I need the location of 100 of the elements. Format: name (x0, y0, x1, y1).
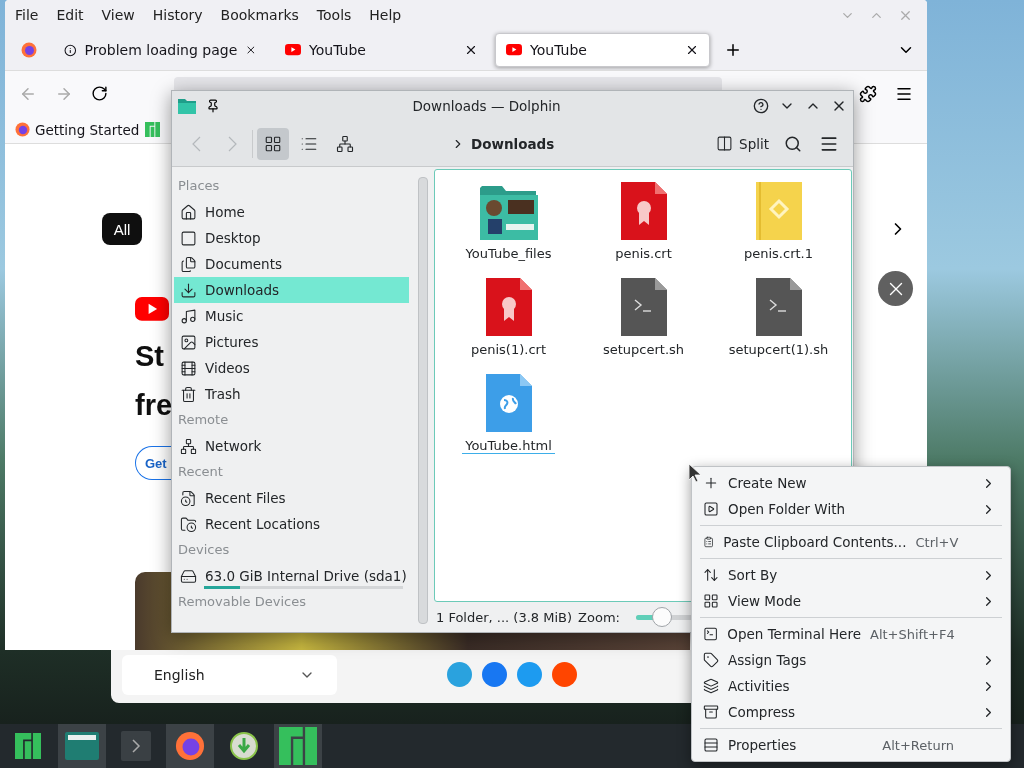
sidebar-item[interactable]: Home (174, 199, 409, 225)
folder-icon (178, 98, 196, 114)
section-heading: Removable Devices (177, 593, 307, 611)
close-icon[interactable] (245, 43, 257, 57)
view-mode-button[interactable] (257, 127, 289, 160)
section-heading: Places (177, 177, 221, 195)
download-icon (230, 732, 258, 760)
social-share-icon[interactable] (482, 662, 507, 687)
menu-item[interactable]: Compress (692, 699, 1010, 725)
browser-tab[interactable]: Problem loading page (53, 33, 268, 67)
compress-icon (703, 704, 719, 720)
pin-icon[interactable] (206, 99, 220, 113)
headline-text: St (135, 340, 164, 373)
bookmark[interactable]: Getting Started (15, 121, 140, 138)
icon-view-entry[interactable]: penis.crt.1 (711, 178, 846, 274)
certificate-file-icon (620, 182, 667, 240)
menu-item[interactable]: Edit (56, 7, 94, 23)
sidebar-item[interactable]: Network (174, 433, 409, 459)
desktop-icon (180, 229, 197, 247)
sidebar-item[interactable]: Videos (174, 355, 409, 381)
trash-icon (180, 385, 197, 403)
menu-item[interactable]: Tools (316, 7, 362, 23)
forward-icon (227, 135, 237, 152)
icon-view-entry[interactable]: setupcert.sh (576, 274, 711, 370)
drive-icon (180, 567, 197, 585)
youtube-logo-icon (285, 44, 301, 56)
menu-item[interactable]: History (152, 7, 213, 23)
split-button[interactable]: Split (712, 131, 773, 156)
icon-view-entry[interactable]: penis.crt (576, 178, 711, 274)
sidebar-item[interactable]: Recent Files (174, 485, 409, 511)
icon-view-entry[interactable]: penis(1).crt (441, 274, 576, 370)
browser-tab[interactable]: YouTube (495, 33, 710, 67)
downloads-icon (180, 281, 197, 299)
sidebar-item[interactable]: Downloads (174, 277, 409, 303)
tags-icon (703, 652, 719, 668)
close-icon[interactable] (685, 43, 699, 57)
social-share-icon[interactable] (517, 662, 542, 687)
icon-view-entry[interactable]: YouTube_files (441, 178, 576, 274)
properties-icon (703, 737, 719, 753)
terminal-icon (121, 731, 151, 761)
menu-item[interactable]: Activities (692, 673, 1010, 699)
headline-text: fre (135, 389, 173, 422)
breadcrumb[interactable]: Downloads (451, 135, 555, 152)
recent-files-icon (180, 489, 197, 507)
slider-thumb[interactable] (651, 606, 672, 627)
status-text: 1 Folder, ... (3.8 MiB) (436, 609, 573, 625)
menu-item[interactable]: Properties Alt+Return (692, 732, 1010, 758)
section-heading: Recent (177, 463, 224, 481)
reload-icon[interactable] (91, 85, 108, 102)
close-icon[interactable] (464, 43, 478, 57)
sidebar-item[interactable]: Music (174, 303, 409, 329)
info-icon (64, 42, 77, 58)
new-tab-icon[interactable] (724, 41, 742, 59)
script-file-icon (755, 278, 802, 336)
extensions-icon[interactable] (859, 84, 877, 103)
sidebar-item[interactable]: Pictures (174, 329, 409, 355)
url-field[interactable] (174, 77, 722, 90)
social-share-icon[interactable] (552, 662, 577, 687)
activities-icon (703, 678, 719, 694)
youtube-logo-icon (135, 297, 169, 321)
close-button[interactable] (878, 271, 913, 306)
view-icon (703, 593, 719, 609)
menu-item[interactable]: Paste Clipboard Contents... Ctrl+V (692, 529, 1010, 555)
sidebar-item[interactable]: 63.0 GiB Internal Drive (sda1) (174, 563, 409, 589)
filter-chip[interactable]: All (102, 213, 142, 245)
folder-icon (65, 732, 99, 760)
firefox-icon (15, 122, 30, 137)
help-icon[interactable] (753, 98, 769, 114)
menu-item[interactable]: File (15, 7, 49, 23)
icon-view-entry[interactable]: YouTube.html (441, 370, 576, 466)
social-share-icon[interactable] (447, 662, 472, 687)
sort-icon (703, 567, 719, 583)
menu-item[interactable]: View (101, 7, 145, 23)
terminal-icon (703, 626, 719, 642)
browser-tab[interactable]: YouTube (274, 33, 489, 67)
create-icon (703, 475, 719, 491)
sidebar-item[interactable]: Desktop (174, 225, 409, 251)
manjaro-logo-icon (145, 122, 161, 137)
sidebar-item[interactable]: Recent Locations (174, 511, 409, 537)
menu-item[interactable]: Open Terminal Here Alt+Shift+F4 (692, 621, 1010, 647)
videos-icon (180, 359, 197, 377)
menu-item[interactable]: Bookmarks (220, 7, 309, 23)
menu-item[interactable]: Assign Tags (692, 647, 1010, 673)
sidebar-item[interactable]: Documents (174, 251, 409, 277)
grid-icon (264, 134, 282, 153)
youtube-logo-icon (506, 44, 522, 56)
taskbar-button[interactable] (58, 724, 106, 768)
menu-item[interactable]: Sort By (692, 562, 1010, 588)
firefox-icon (175, 731, 205, 761)
folder-icon (479, 186, 538, 240)
menu-item[interactable]: Open Folder With (692, 496, 1010, 522)
menu-item[interactable]: Help (369, 7, 412, 23)
scrollbar[interactable] (418, 177, 428, 624)
documents-icon (180, 255, 197, 273)
language-select[interactable]: English (122, 655, 337, 695)
sidebar-item[interactable]: Trash (174, 381, 409, 407)
icon-view-entry[interactable]: setupcert(1).sh (711, 274, 846, 370)
menu-item[interactable]: View Mode (692, 588, 1010, 614)
split-view-icon (716, 135, 734, 152)
search-icon (784, 134, 802, 153)
